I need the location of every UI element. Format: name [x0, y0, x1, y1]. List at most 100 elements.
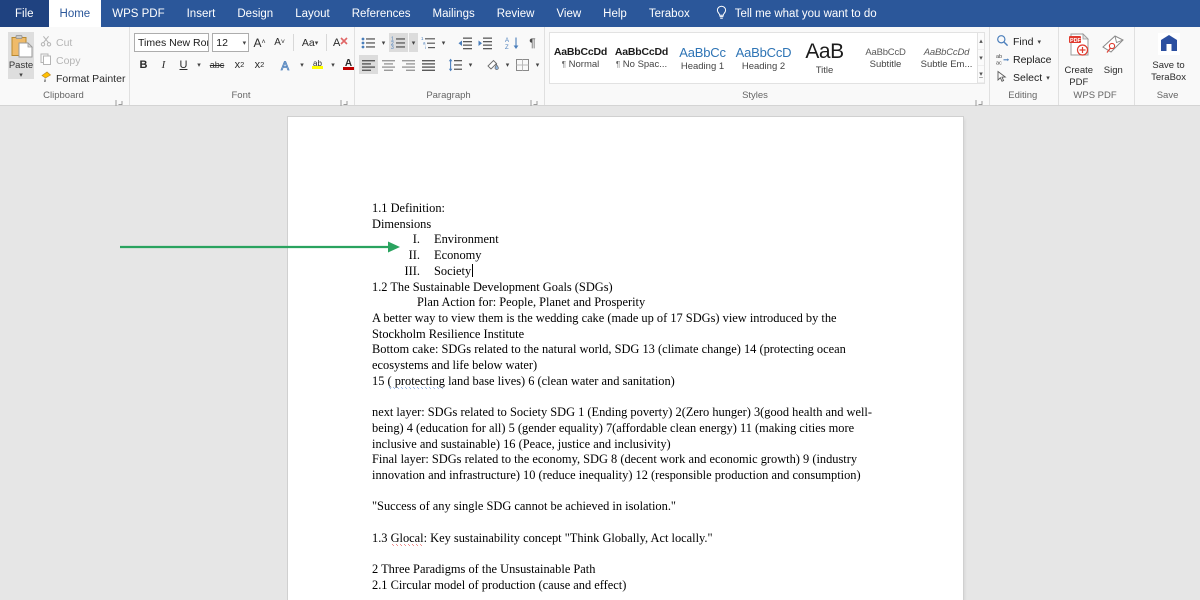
style-label: Subtle Em... [920, 58, 973, 70]
chevron-down-icon[interactable]: ▾ [19, 72, 23, 79]
tell-me-label: Tell me what you want to do [734, 7, 877, 20]
list-text: Society [434, 263, 472, 278]
bullets-dropdown[interactable]: ▾ [379, 33, 388, 52]
ribbon-tab-bar: File Home WPS PDF Insert Design Layout R… [0, 0, 1200, 27]
align-right-button[interactable] [399, 55, 418, 74]
style-subtle-emphasis[interactable]: AaBbCcDd Subtle Em... [916, 33, 977, 83]
style-label: Title [815, 65, 834, 76]
chevron-down-icon[interactable]: ▾ [1046, 74, 1050, 82]
text-effects-button[interactable]: A [277, 55, 296, 74]
styles-more-icon[interactable]: ▾̲ [978, 66, 984, 84]
paste-button[interactable]: Paste ▾ [8, 32, 34, 79]
clipboard-dialog-launcher[interactable] [115, 95, 124, 108]
svg-text:Z: Z [505, 45, 509, 50]
ribbon-group-paragraph: ▾ 123 ▾ 1ai ▾ A Z ¶ ▾ ▾ ▾ Paragraph [355, 27, 545, 108]
style-preview: AaBbCcDd [553, 46, 608, 58]
style-heading-2[interactable]: AaBbCcD Heading 2 [733, 33, 794, 83]
style-no-spacing[interactable]: AaBbCcDd ¶ No Spac... [611, 33, 672, 83]
tab-review[interactable]: Review [486, 0, 546, 27]
text-highlight-dropdown[interactable]: ▾ [328, 55, 338, 74]
copy-icon [40, 53, 52, 68]
align-left-button[interactable] [359, 55, 378, 74]
find-button[interactable]: Find ▾ [994, 33, 1054, 51]
justify-button[interactable] [419, 55, 438, 74]
scroll-down-icon[interactable]: ▾ [978, 50, 984, 67]
quote-success: "Success of any single SDG cannot be ach… [372, 499, 676, 514]
increase-indent-button[interactable] [476, 33, 495, 52]
numbering-button[interactable]: 123 [389, 33, 408, 52]
font-size-combobox[interactable]: 12 ▾ [212, 33, 250, 52]
clear-formatting-button[interactable]: A [331, 33, 350, 52]
borders-button[interactable] [513, 55, 532, 74]
grow-font-button[interactable]: A ˄ [250, 33, 269, 52]
tab-references[interactable]: References [341, 0, 422, 27]
decrease-indent-button[interactable] [456, 33, 475, 52]
align-center-button[interactable] [379, 55, 398, 74]
svg-text:A: A [333, 37, 341, 49]
paragraph-dialog-launcher[interactable] [530, 95, 539, 108]
line-spacing-button[interactable] [446, 55, 465, 74]
font-size-value: 12 [216, 36, 228, 49]
bullets-button[interactable] [359, 33, 378, 52]
tab-mailings[interactable]: Mailings [422, 0, 486, 27]
line-spacing-dropdown[interactable]: ▾ [466, 55, 475, 74]
styles-gallery-scroll[interactable]: ▴ ▾ ▾̲ [978, 32, 985, 84]
chevron-down-icon[interactable]: ▾ [243, 39, 247, 47]
cut-label: Cut [56, 36, 73, 49]
style-normal[interactable]: AaBbCcDd ¶ Normal [550, 33, 611, 83]
tab-design[interactable]: Design [226, 0, 284, 27]
shading-button[interactable] [483, 55, 502, 74]
tab-wps-pdf[interactable]: WPS PDF [101, 0, 175, 27]
sort-button[interactable]: AZ [503, 33, 522, 52]
font-group-label: Font [231, 90, 251, 101]
format-painter-button[interactable]: Format Painter [37, 70, 128, 87]
numbering-dropdown[interactable]: ▾ [409, 33, 418, 52]
copy-button[interactable]: Copy [37, 52, 128, 69]
underline-dropdown[interactable]: ▾ [194, 55, 204, 74]
borders-dropdown[interactable]: ▾ [533, 55, 542, 74]
style-title[interactable]: AaB Title [794, 33, 855, 83]
tab-home[interactable]: Home [48, 0, 102, 27]
tell-me-search[interactable]: Tell me what you want to do [701, 0, 877, 27]
sign-button[interactable]: Sign [1097, 32, 1130, 77]
paste-label: Paste [8, 60, 34, 71]
superscript-button[interactable]: x2 [250, 55, 269, 74]
divider [293, 34, 295, 51]
style-subtitle[interactable]: AaBbCcD Subtitle [855, 33, 916, 83]
shading-dropdown[interactable]: ▾ [503, 55, 512, 74]
show-formatting-marks-button[interactable]: ¶ [523, 33, 542, 52]
cut-button[interactable]: Cut [37, 34, 128, 51]
text-effects-dropdown[interactable]: ▾ [297, 55, 307, 74]
styles-dialog-launcher[interactable] [975, 95, 984, 108]
select-button[interactable]: Select ▾ [994, 69, 1054, 87]
scroll-up-icon[interactable]: ▴ [978, 33, 984, 50]
document-canvas[interactable]: 1.1 Definition: Dimensions I. Environmen… [0, 106, 1200, 600]
cursor-select-icon [996, 70, 1009, 86]
subscript-button[interactable]: x2 [230, 55, 249, 74]
tab-view[interactable]: View [545, 0, 592, 27]
change-case-button[interactable]: Aa ▾ [298, 33, 322, 52]
heading-1-3-suffix: : Key sustainability concept "Think Glob… [423, 530, 713, 545]
save-to-terabox-button[interactable]: Save to TeraBox [1139, 32, 1199, 83]
bold-button[interactable]: B [134, 55, 153, 74]
tab-file[interactable]: File [0, 0, 49, 27]
style-heading-1[interactable]: AaBbCc Heading 1 [672, 33, 733, 83]
text-highlight-color-button[interactable]: ab [308, 55, 327, 74]
tab-insert[interactable]: Insert [176, 0, 227, 27]
font-dialog-launcher[interactable] [340, 95, 349, 108]
font-name-combobox[interactable]: Times New Rom ▾ [134, 33, 210, 52]
create-pdf-button[interactable]: PDF Create PDF [1063, 32, 1096, 88]
chevron-down-icon[interactable]: ▾ [1037, 38, 1041, 46]
tab-layout[interactable]: Layout [284, 0, 341, 27]
strikethrough-button[interactable]: abc [205, 55, 229, 74]
replace-button[interactable]: ab ac Replace [994, 51, 1054, 69]
italic-button[interactable]: I [154, 55, 173, 74]
tab-help[interactable]: Help [592, 0, 638, 27]
multilevel-list-button[interactable]: 1ai [419, 33, 438, 52]
document-body-text[interactable]: 1.1 Definition: Dimensions I. Environmen… [372, 201, 892, 594]
document-page[interactable]: 1.1 Definition: Dimensions I. Environmen… [288, 117, 963, 600]
underline-button[interactable]: U [174, 55, 193, 74]
tab-terabox[interactable]: Terabox [638, 0, 701, 27]
shrink-font-button[interactable]: A ˅ [270, 33, 289, 52]
multilevel-list-dropdown[interactable]: ▾ [439, 33, 448, 52]
